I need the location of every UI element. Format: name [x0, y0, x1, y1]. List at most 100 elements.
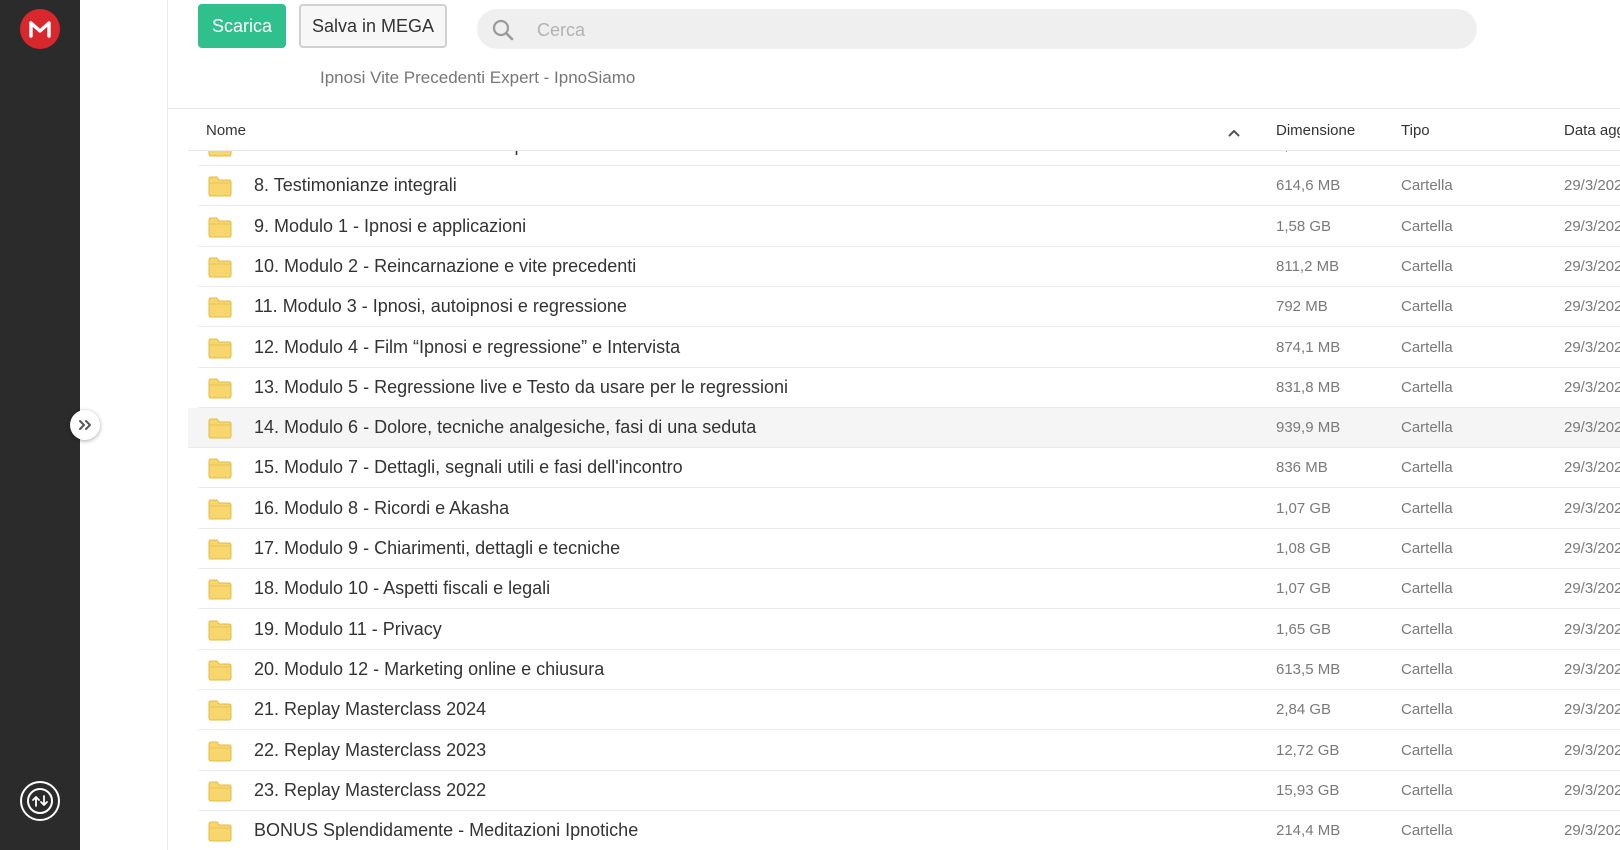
folder-icon — [208, 498, 232, 520]
column-header-size[interactable]: Dimensione — [1276, 122, 1355, 139]
folder-name: 19. Modulo 11 - Privacy — [254, 618, 442, 639]
table-header: Nome Dimensione Tipo Data aggiunta — [188, 110, 1620, 151]
date-added: 29/3/2024, 10:48 — [1564, 338, 1620, 356]
folder-size: 836 MB — [1276, 459, 1328, 477]
item-type: Cartella — [1401, 781, 1453, 799]
table-row[interactable]: 19. Modulo 11 - Privacy 1,65 GB Cartella 29… — [198, 610, 1620, 650]
folder-name: 17. Modulo 9 - Chiarimenti, dettagli e t… — [254, 538, 621, 558]
date-added: 29/3/2024, 21:22 — [1564, 781, 1620, 799]
folder-size: 874,1 MB — [1276, 338, 1341, 356]
expand-sidebar-button[interactable] — [70, 410, 100, 440]
folder-size: 939,9 MB — [1276, 419, 1341, 437]
folder-name: 23. Replay Masterclass 2022 — [254, 779, 487, 800]
table-row[interactable]: BONUS Splendidamente - Meditazioni Ipnot… — [198, 811, 1620, 850]
date-added: 29/3/2024, 10:48 — [1564, 419, 1620, 437]
folder-size: 614,6 MB — [1276, 177, 1341, 195]
divider — [168, 108, 1620, 109]
folder-size: 1,07 GB — [1276, 580, 1332, 598]
folder-icon — [208, 659, 232, 681]
folder-name: 9. Modulo 1 - Ipnosi e applicazioni — [254, 215, 527, 236]
date-added: 29/3/2024, 10:48 — [1564, 378, 1620, 396]
folder-size: 831,8 MB — [1276, 378, 1341, 396]
folder-size: 792 MB — [1276, 298, 1328, 316]
table-row[interactable]: 17. Modulo 9 - Chiarimenti, dettagli e t… — [198, 529, 1620, 569]
folder-size: 1,65 GB — [1276, 620, 1332, 638]
date-added: 29/3/2024, 10:48 — [1564, 822, 1620, 840]
table-row[interactable]: 12. Modulo 4 - Film “Ipnosi e regression… — [198, 328, 1620, 368]
column-header-date[interactable]: Data aggiunta — [1564, 122, 1620, 139]
item-type: Cartella — [1401, 499, 1453, 517]
folder-name: 20. Modulo 12 - Marketing online e chius… — [254, 658, 605, 679]
folder-icon — [208, 619, 232, 641]
search-input[interactable] — [535, 9, 1439, 51]
folder-icon — [208, 256, 232, 278]
folder-name: 14. Modulo 6 - Dolore, tecniche analgesi… — [254, 417, 757, 438]
item-type: Cartella — [1401, 217, 1453, 235]
transfer-manager-icon[interactable] — [20, 781, 60, 821]
table-row[interactable]: 16. Modulo 8 - Ricordi e Akasha 1,07 GB Ca… — [198, 489, 1620, 529]
folder-size: 811,2 MB — [1276, 257, 1340, 275]
folder-size: 15,93 GB — [1276, 781, 1340, 799]
date-added: 29/3/2024, 10:48 — [1564, 580, 1620, 598]
folder-icon — [208, 538, 232, 560]
table-row[interactable]: 18. Modulo 10 - Aspetti fiscali e legali… — [198, 569, 1620, 610]
date-added: 29/3/2024, 21:22 — [1564, 741, 1620, 759]
item-type: Cartella — [1401, 580, 1453, 598]
table-row[interactable]: 22. Replay Masterclass 2023 12,72 GB Carte… — [198, 731, 1620, 771]
date-added: 29/3/2024, 10:48 — [1564, 701, 1620, 719]
folder-size: 1,08 GB — [1276, 540, 1332, 557]
table-row[interactable]: 9. Modulo 1 - Ipnosi e applicazioni 1,58 … — [198, 207, 1620, 247]
folder-name: BONUS Splendidamente - Meditazioni Ipnot… — [254, 820, 639, 841]
folder-name: 13. Modulo 5 - Regressione live e Testo … — [254, 376, 788, 397]
folder-size: 2,84 GB — [1276, 701, 1332, 719]
column-header-type[interactable]: Tipo — [1401, 122, 1430, 139]
table-row[interactable]: 20. Modulo 12 - Marketing online e chius… — [198, 650, 1620, 690]
folder-name: 10. Modulo 2 - Reincarnazione e vite pre… — [254, 255, 637, 276]
table-row[interactable]: 11. Modulo 3 - Ipnosi, autoipnosi e regr… — [198, 287, 1620, 328]
folder-size: 613,5 MB — [1276, 660, 1341, 678]
chevron-up-icon[interactable] — [1228, 124, 1240, 141]
folder-icon — [208, 216, 232, 238]
table-row[interactable]: 13. Modulo 5 - Regressione live e Testo … — [198, 368, 1620, 408]
save-to-mega-button[interactable]: Salva in MEGA — [299, 4, 447, 48]
search-bar[interactable] — [477, 9, 1477, 51]
search-icon — [491, 18, 515, 47]
folder-icon — [208, 457, 232, 479]
folder-name: 18. Modulo 10 - Aspetti fiscali e legali — [254, 578, 551, 599]
folder-icon — [208, 578, 232, 600]
folder-icon — [208, 740, 232, 762]
item-type: Cartella — [1401, 620, 1453, 638]
date-added: 29/3/2024, 10:48 — [1564, 177, 1620, 195]
table-row[interactable]: 10. Modulo 2 - Reincarnazione e vite pre… — [198, 247, 1620, 287]
folder-icon — [208, 175, 232, 197]
date-added: 29/3/2024, 10:48 — [1564, 459, 1620, 477]
divider — [167, 0, 168, 850]
table-row[interactable]: 14. Modulo 6 - Dolore, tecniche analgesi… — [188, 408, 1620, 449]
folder-icon — [208, 699, 232, 721]
table-row[interactable]: 23. Replay Masterclass 2022 15,93 GB Carte… — [198, 771, 1620, 811]
mega-logo-icon[interactable] — [20, 9, 60, 49]
date-added: 29/3/2024, 10:48 — [1564, 257, 1620, 275]
chevron-double-right-icon — [79, 420, 91, 430]
item-type: Cartella — [1401, 177, 1453, 195]
item-type: Cartella — [1401, 419, 1453, 437]
left-sidebar — [0, 0, 80, 850]
download-button[interactable]: Scarica — [198, 4, 286, 48]
column-header-name[interactable]: Nome — [206, 122, 246, 139]
item-type: Cartella — [1401, 257, 1453, 275]
table-row[interactable]: 8. Testimonianze integrali 614,6 MB Cartel… — [198, 166, 1620, 207]
item-type: Cartella — [1401, 660, 1453, 678]
folder-icon — [208, 337, 232, 359]
folder-size: 12,72 GB — [1276, 741, 1340, 759]
file-table: 7. Video e casi di studio - IVP Expert G… — [188, 110, 1620, 850]
folder-size: 214,4 MB — [1276, 822, 1341, 840]
item-type: Cartella — [1401, 540, 1453, 557]
main-content: Scarica Salva in MEGA Ipnosi Vite Preced… — [80, 0, 1620, 850]
folder-icon — [208, 377, 232, 399]
folder-icon — [208, 780, 232, 802]
table-row[interactable]: 15. Modulo 7 - Dettagli, segnali utili e… — [198, 448, 1620, 489]
date-added: 29/3/2024, 10:48 — [1564, 540, 1620, 557]
table-row[interactable]: 21. Replay Masterclass 2024 2,84 GB Cartel… — [198, 690, 1620, 731]
folder-name: 16. Modulo 8 - Ricordi e Akasha — [254, 497, 510, 518]
folder-name: 22. Replay Masterclass 2023 — [254, 739, 487, 760]
